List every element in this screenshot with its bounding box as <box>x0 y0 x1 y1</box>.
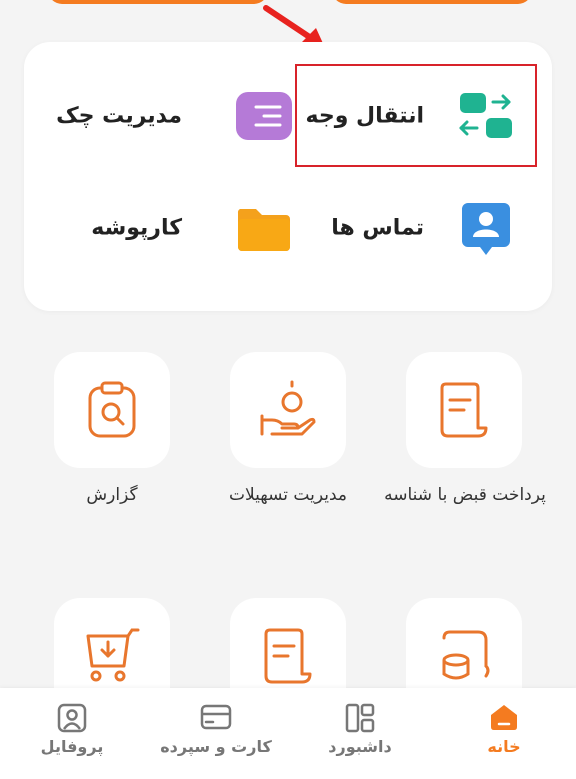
card-icon <box>200 704 232 730</box>
bill-icon <box>440 382 488 438</box>
cart-download-icon <box>86 628 140 682</box>
nav-card-deposit-label: کارت و سپرده <box>160 737 272 756</box>
nav-home-label: خانه <box>487 737 521 756</box>
top-button-left-partial[interactable] <box>48 0 268 4</box>
nav-profile-label: پروفایل <box>40 737 104 756</box>
report-clipboard-icon <box>88 381 136 438</box>
dashboard-icon <box>345 703 375 733</box>
service-bill-payment[interactable] <box>406 352 522 468</box>
bottom-navigation: خانه داشبورد کارت و سپرده پروفایل <box>0 688 576 779</box>
quick-action-contacts[interactable]: تماس ها <box>296 198 536 258</box>
service-report-label: گزارش <box>86 485 138 505</box>
contacts-icon <box>462 203 510 255</box>
nav-profile[interactable]: پروفایل <box>2 688 142 779</box>
coins-icon <box>442 630 490 680</box>
service-loan-management-label: مدیریت تسهیلات <box>229 485 347 505</box>
service-loan-management[interactable] <box>230 352 346 468</box>
receipt-icon <box>264 628 312 684</box>
service-bill-payment-label: پرداخت قبض با شناسه <box>384 485 546 505</box>
loan-hand-icon <box>260 380 316 436</box>
quick-action-contacts-label: تماس ها <box>331 215 424 241</box>
home-icon <box>491 705 517 730</box>
cheque-icon <box>236 92 292 140</box>
service-report[interactable] <box>54 352 170 468</box>
nav-dashboard-label: داشبورد <box>328 737 392 756</box>
quick-action-cheque[interactable]: مدیریت چک <box>52 86 292 146</box>
top-button-right-partial[interactable] <box>332 0 532 4</box>
nav-dashboard[interactable]: داشبورد <box>290 688 430 779</box>
transfer-highlight-box <box>295 64 537 167</box>
quick-action-cheque-label: مدیریت چک <box>56 103 182 129</box>
quick-action-folder-label: کارپوشه <box>91 215 182 241</box>
folder-icon <box>237 209 290 251</box>
quick-action-folder[interactable]: کارپوشه <box>52 198 292 258</box>
nav-card-deposit[interactable]: کارت و سپرده <box>146 688 286 779</box>
nav-home[interactable]: خانه <box>434 688 574 779</box>
profile-icon <box>57 703 87 733</box>
